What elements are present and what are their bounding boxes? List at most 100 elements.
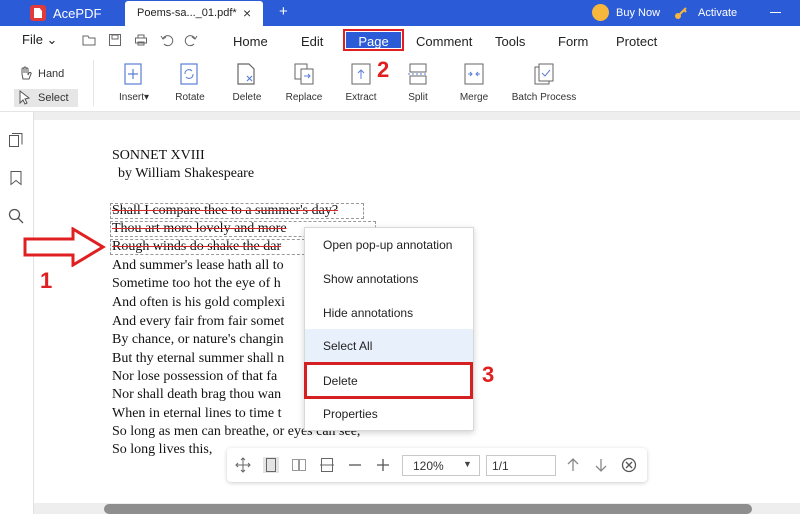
- delete-page-button[interactable]: Delete: [227, 62, 267, 108]
- close-tab-icon[interactable]: ×: [243, 5, 251, 21]
- page-number-input[interactable]: 1/1: [486, 455, 556, 476]
- callout-number-1: 1: [40, 268, 53, 293]
- poem-line: But thy eternal summer shall n: [112, 351, 285, 366]
- rotate-page-icon: [180, 63, 198, 85]
- move-icon[interactable]: [235, 457, 251, 473]
- tab-comment[interactable]: Comment: [416, 34, 472, 49]
- page-number-value: 1/1: [492, 459, 509, 473]
- properties-item[interactable]: Properties: [305, 397, 473, 431]
- tab-protect[interactable]: Protect: [616, 34, 657, 49]
- next-page-icon[interactable]: [593, 457, 609, 473]
- poem-line: Nor shall death brag thou wan: [112, 387, 282, 402]
- batch-process-button[interactable]: Batch Process: [508, 62, 580, 108]
- toolbar-divider: [93, 60, 94, 106]
- red-arrow-icon: [23, 227, 106, 267]
- buy-now-icon[interactable]: [592, 4, 609, 21]
- poem-line: Sometime too hot the eye of h: [112, 276, 281, 291]
- file-menu[interactable]: File ⌄: [22, 32, 57, 48]
- extract-page-icon: [351, 63, 371, 85]
- close-circle-icon[interactable]: [621, 457, 637, 473]
- app-name: AcePDF: [53, 6, 102, 21]
- insert-page-icon: [124, 63, 142, 85]
- new-tab-button[interactable]: +: [279, 3, 288, 20]
- document-author: by William Shakespeare: [118, 166, 255, 181]
- delete-page-icon: [237, 63, 255, 85]
- activate-link[interactable]: Activate: [698, 7, 737, 19]
- hide-annotations-item[interactable]: Hide annotations: [305, 296, 473, 330]
- callout-number-2: 2: [377, 57, 390, 82]
- poem-line: So long lives this,: [112, 442, 213, 457]
- tab-page[interactable]: Page: [343, 29, 404, 51]
- document-title: SONNET XVIII: [112, 148, 205, 163]
- tab-tools[interactable]: Tools: [495, 34, 525, 49]
- two-page-icon[interactable]: [291, 457, 307, 473]
- menu-item-label: Select All: [323, 339, 373, 353]
- acepdf-logo-icon: [30, 5, 46, 21]
- batch-process-label: Batch Process: [511, 92, 577, 103]
- select-tool-button[interactable]: Select: [14, 89, 78, 107]
- poem-line: And summer's lease hath all to: [112, 258, 284, 273]
- pages-panel-icon[interactable]: [8, 132, 24, 148]
- zoom-select[interactable]: 120% ▼: [402, 455, 480, 476]
- search-icon[interactable]: [8, 208, 24, 224]
- delete-highlight-box: [304, 362, 473, 399]
- hand-tool-label: Hand: [38, 68, 65, 80]
- poem-line: And often is his gold complexi: [112, 295, 286, 310]
- bookmark-icon[interactable]: [8, 170, 24, 186]
- merge-button[interactable]: Merge: [454, 62, 494, 108]
- hand-tool-button[interactable]: Hand: [14, 65, 78, 83]
- poem-line: Rough winds do shake the dar: [112, 239, 282, 254]
- merge-label: Merge: [459, 92, 489, 103]
- zoom-value: 120%: [413, 459, 444, 473]
- page-toolbar: Hand Select Insert▾ Rotate Delete Replac…: [0, 56, 800, 112]
- open-folder-icon[interactable]: [82, 33, 96, 47]
- zoom-in-icon[interactable]: [375, 457, 391, 473]
- replace-button[interactable]: Replace: [283, 62, 325, 108]
- split-button[interactable]: Split: [398, 62, 438, 108]
- menu-item-label: Open pop-up annotation: [323, 238, 453, 252]
- menu-bar: File ⌄ Home Edit Page Comment Tools Form…: [0, 26, 800, 56]
- hand-icon: [21, 66, 32, 80]
- tab-home[interactable]: Home: [233, 34, 268, 49]
- tab-form[interactable]: Form: [558, 34, 588, 49]
- poem-line: Shall I compare thee to a summer's day?: [112, 203, 339, 218]
- horizontal-scrollbar-thumb[interactable]: [104, 504, 752, 514]
- save-icon[interactable]: [108, 33, 122, 47]
- select-all-item[interactable]: Select All: [305, 329, 473, 363]
- rotate-button[interactable]: Rotate: [170, 62, 210, 108]
- print-icon[interactable]: [134, 33, 148, 47]
- minimize-icon[interactable]: [770, 12, 781, 13]
- extract-button[interactable]: Extract: [340, 62, 382, 108]
- poem-line: When in eternal lines to time t: [112, 406, 282, 421]
- replace-label: Replace: [285, 92, 323, 103]
- document-tab[interactable]: Poems-sa..._01.pdf* ×: [125, 1, 263, 26]
- fit-width-icon[interactable]: [319, 457, 335, 473]
- redo-icon[interactable]: [184, 33, 198, 47]
- context-menu: Open pop-up annotation Show annotations …: [304, 227, 474, 431]
- menu-item-label: Properties: [323, 407, 378, 421]
- replace-page-icon: [294, 63, 314, 85]
- select-tool-label: Select: [38, 92, 69, 104]
- rotate-label: Rotate: [175, 92, 205, 103]
- batch-process-icon: [534, 63, 554, 85]
- chevron-down-icon: ▼: [463, 459, 472, 469]
- poem-line: Nor lose possession of that fa: [112, 369, 278, 384]
- buy-now-link[interactable]: Buy Now: [616, 7, 660, 19]
- open-popup-annotation-item[interactable]: Open pop-up annotation: [305, 228, 473, 262]
- zoom-out-icon[interactable]: [347, 457, 363, 473]
- key-icon[interactable]: [674, 6, 688, 20]
- single-page-icon[interactable]: [263, 457, 279, 473]
- show-annotations-item[interactable]: Show annotations: [305, 262, 473, 296]
- tab-edit[interactable]: Edit: [301, 34, 323, 49]
- extract-label: Extract: [345, 92, 377, 103]
- left-sidebar: [0, 112, 34, 514]
- undo-icon[interactable]: [160, 33, 174, 47]
- menu-item-label: Show annotations: [323, 272, 419, 286]
- poem-line: Thou art more lovely and more: [112, 221, 287, 236]
- title-bar: AcePDF Poems-sa..._01.pdf* × + Buy Now A…: [0, 0, 800, 26]
- split-label: Split: [408, 92, 428, 103]
- previous-page-icon[interactable]: [565, 457, 581, 473]
- document-tab-label: Poems-sa..._01.pdf*: [137, 7, 237, 19]
- poem-line: And every fair from fair somet: [112, 314, 285, 329]
- insert-button[interactable]: Insert▾: [114, 62, 154, 108]
